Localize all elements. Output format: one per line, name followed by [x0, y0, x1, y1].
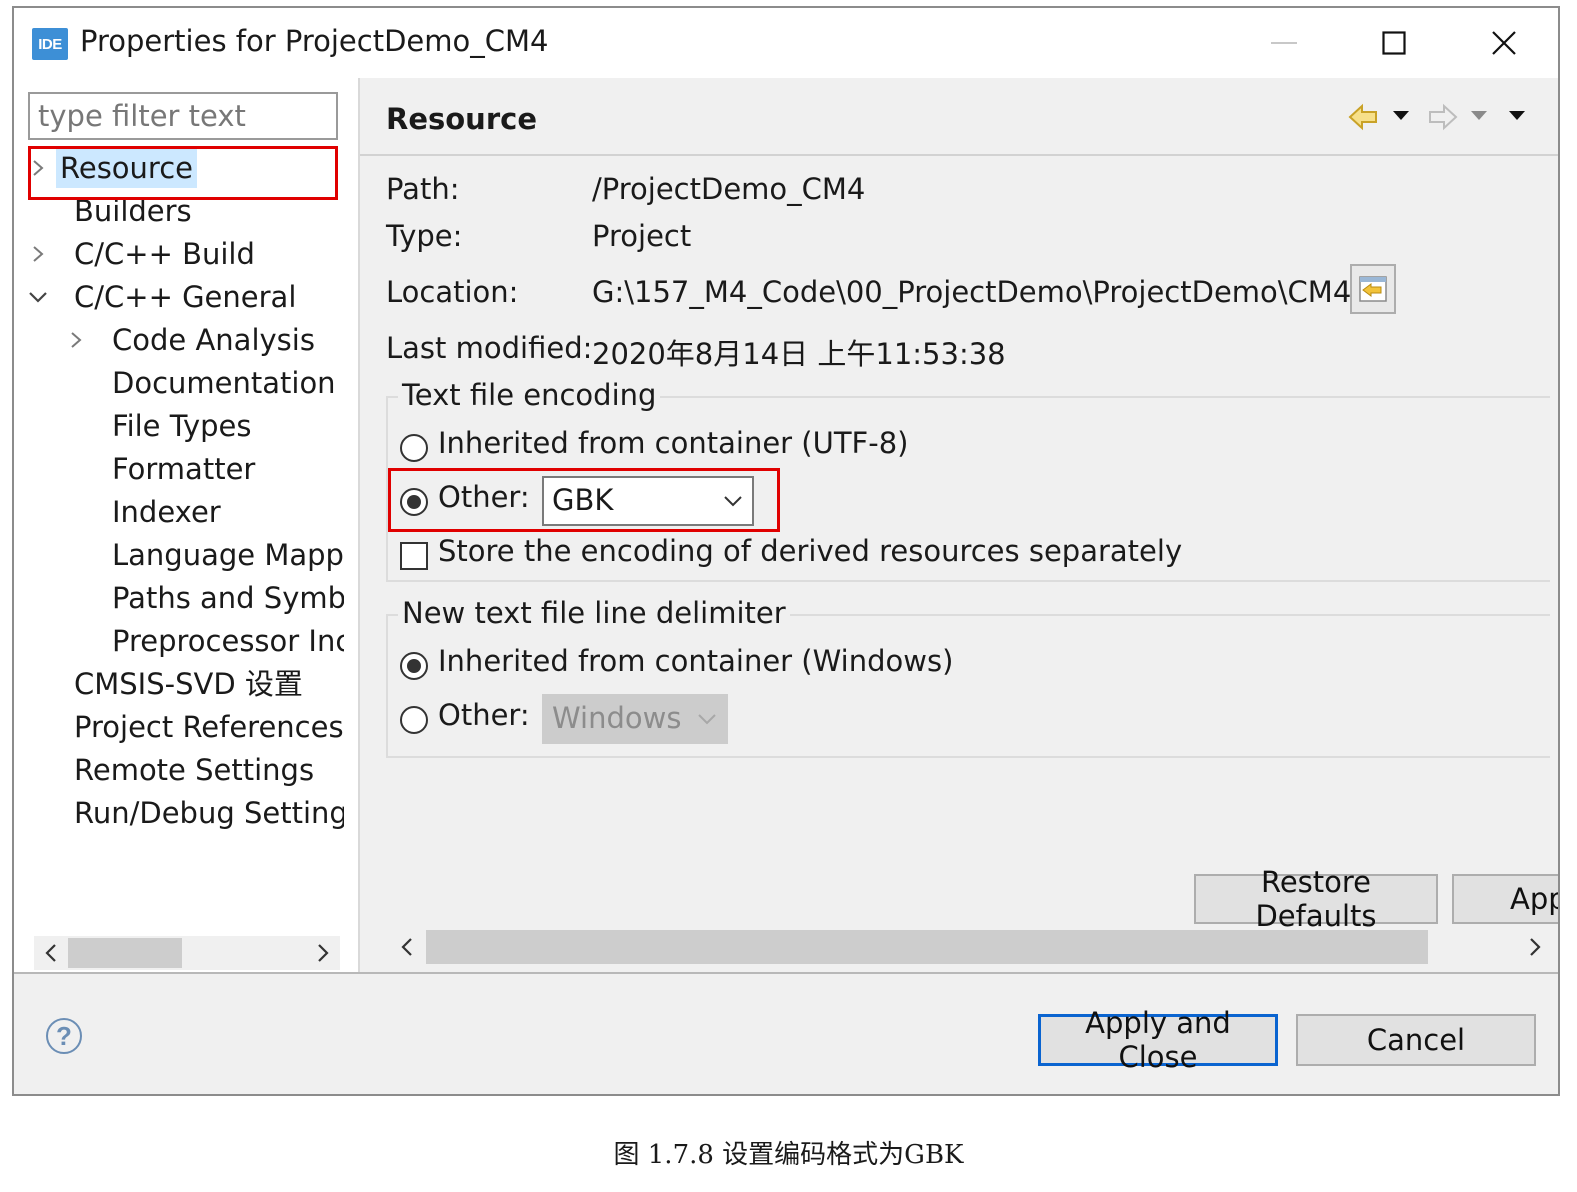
chevron-right-icon[interactable] — [28, 234, 48, 274]
tree-item-indexer[interactable]: Indexer — [112, 492, 221, 532]
delimiter-inherited-radio[interactable] — [400, 652, 428, 680]
back-arrow-icon[interactable] — [1348, 102, 1380, 132]
tree-item-formatter[interactable]: Formatter — [112, 449, 255, 489]
tree-item-file-types[interactable]: File Types — [112, 406, 251, 446]
encoding-other-label[interactable]: Other: — [438, 480, 530, 514]
properties-dialog: IDE Properties for ProjectDemo_CM4 Resou… — [12, 6, 1560, 1096]
tree-item-cmsis-svd[interactable]: CMSIS-SVD 设置 — [74, 664, 303, 704]
tree-item-run-debug-settings[interactable]: Run/Debug Settings — [74, 793, 344, 833]
figure-caption: 图 1.7.8 设置编码格式为GBK — [613, 1140, 964, 1170]
delimiter-select: Windows — [542, 694, 728, 744]
page-title: Resource — [386, 102, 537, 136]
tree-item-label: C/C++ Build — [74, 237, 255, 271]
scroll-right-button[interactable] — [1518, 930, 1552, 964]
ide-app-icon: IDE — [32, 28, 68, 60]
location-value: G:\157_M4_Code\00_ProjectDemo\ProjectDem… — [592, 275, 1352, 309]
scroll-thumb[interactable] — [68, 938, 182, 968]
restore-defaults-button[interactable]: Restore Defaults — [1194, 865, 1438, 933]
chevron-right-icon[interactable] — [66, 320, 86, 360]
page-horizontal-scrollbar[interactable] — [388, 928, 1558, 966]
history-navigation — [1348, 98, 1538, 138]
delimiter-other-radio[interactable] — [400, 706, 428, 734]
header-separator — [360, 154, 1558, 156]
forward-arrow-icon — [1429, 103, 1458, 131]
apply-button-clip: Apply — [1452, 874, 1558, 924]
tree-item-label: C/C++ General — [74, 280, 297, 314]
view-menu-icon[interactable] — [1508, 110, 1526, 122]
preference-tree: Resource Builders C/C++ Build C/C++ Gene… — [14, 142, 344, 922]
last-modified-value: 2020年8月14日 上午11:53:38 — [592, 337, 1006, 371]
path-label: Path: — [386, 172, 460, 206]
minimize-button[interactable] — [1236, 8, 1332, 78]
cancel-button[interactable]: Cancel — [1296, 1014, 1536, 1066]
chevron-right-icon — [1530, 938, 1541, 956]
tree-horizontal-scrollbar[interactable] — [34, 936, 340, 970]
tree-item-preprocessor-include[interactable]: Preprocessor Include Paths — [112, 621, 344, 661]
store-encoding-label[interactable]: Store the encoding of derived resources … — [438, 534, 1182, 568]
location-label: Location: — [386, 275, 519, 309]
tree-item-label: Resource — [56, 148, 197, 188]
tree-item-documentation[interactable]: Documentation — [112, 363, 336, 403]
tree-item-language-mappings[interactable]: Language Mappings — [112, 535, 344, 575]
filter-input[interactable] — [28, 92, 338, 140]
encoding-other-radio[interactable] — [400, 488, 428, 516]
type-label: Type: — [386, 219, 463, 253]
forward-dropdown-icon — [1471, 111, 1487, 120]
dialog-footer: ? Apply and Close Cancel — [14, 974, 1558, 1094]
delimiter-inherited-label[interactable]: Inherited from container (Windows) — [438, 644, 953, 678]
show-in-explorer-button[interactable] — [1350, 264, 1396, 314]
apply-button[interactable]: Apply — [1452, 874, 1558, 924]
tree-item-project-references[interactable]: Project References — [74, 707, 344, 747]
chevron-down-icon[interactable] — [28, 277, 48, 317]
back-dropdown-icon[interactable] — [1392, 110, 1410, 122]
close-icon — [1492, 31, 1516, 55]
open-location-icon — [1359, 276, 1387, 302]
scroll-left-button[interactable] — [34, 936, 68, 970]
help-icon[interactable]: ? — [46, 1018, 82, 1054]
tree-item-label: Code Analysis — [112, 323, 315, 357]
tree-item-builders[interactable]: Builders — [74, 191, 192, 231]
delimiter-select-value: Windows — [552, 701, 682, 735]
text-file-encoding-title: Text file encoding — [398, 378, 661, 412]
window-title: Properties for ProjectDemo_CM4 — [80, 24, 549, 58]
line-delimiter-title: New text file line delimiter — [398, 596, 790, 630]
scroll-thumb[interactable] — [426, 930, 1428, 964]
chevron-down-icon — [724, 496, 742, 507]
encoding-inherited-label[interactable]: Inherited from container (UTF-8) — [438, 426, 908, 460]
delimiter-other-label[interactable]: Other: — [438, 698, 530, 732]
chevron-left-icon — [45, 944, 56, 962]
encoding-select[interactable]: GBK — [542, 476, 754, 526]
chevron-right-icon — [318, 944, 329, 962]
chevron-down-icon — [698, 714, 716, 725]
navigation-panel: Resource Builders C/C++ Build C/C++ Gene… — [14, 78, 360, 972]
last-modified-label: Last modified: — [386, 331, 593, 365]
encoding-select-value: GBK — [552, 483, 614, 517]
maximize-button[interactable] — [1346, 8, 1442, 78]
store-encoding-checkbox[interactable] — [400, 542, 428, 570]
tree-item-paths-and-symbols[interactable]: Paths and Symbols — [112, 578, 344, 618]
path-value: /ProjectDemo_CM4 — [592, 172, 866, 206]
maximize-icon — [1382, 31, 1406, 55]
chevron-left-icon — [401, 938, 412, 956]
close-button[interactable] — [1456, 8, 1552, 78]
scroll-left-button[interactable] — [390, 930, 424, 964]
chevron-right-icon — [28, 148, 48, 188]
scroll-right-button[interactable] — [306, 936, 340, 970]
tree-item-remote-settings[interactable]: Remote Settings — [74, 750, 314, 790]
apply-and-close-button[interactable]: Apply and Close — [1038, 1006, 1278, 1074]
resource-page: Resource Path: /ProjectDemo_CM4 Type: Pr… — [360, 78, 1558, 972]
minimize-icon — [1271, 42, 1297, 44]
encoding-inherited-radio[interactable] — [400, 434, 428, 462]
title-bar: IDE Properties for ProjectDemo_CM4 — [14, 8, 1558, 78]
type-value: Project — [592, 219, 692, 253]
